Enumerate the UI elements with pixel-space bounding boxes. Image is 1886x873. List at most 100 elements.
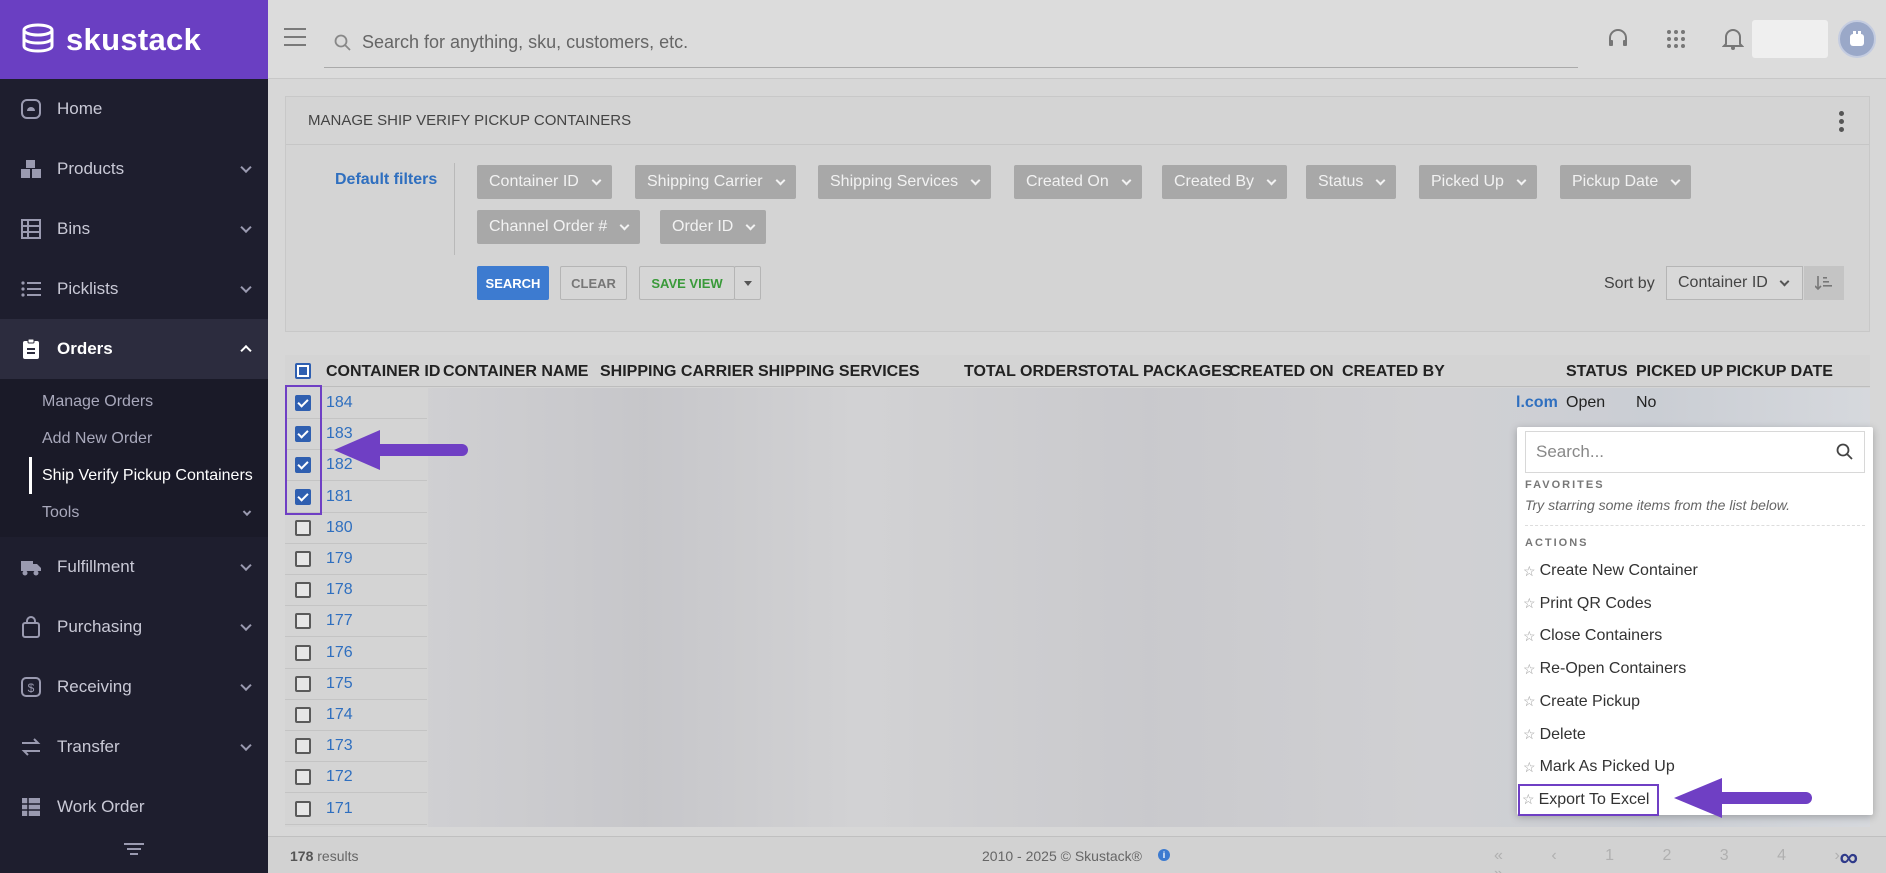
submenu-item-manage-orders[interactable]: Manage Orders [0, 383, 268, 420]
container-id-link[interactable]: 180 [326, 519, 353, 537]
star-icon[interactable]: ☆ [1523, 661, 1536, 678]
row-checkbox[interactable] [295, 613, 311, 630]
kebab-menu-icon[interactable] [1839, 111, 1845, 135]
table-row[interactable]: 171 [285, 794, 427, 825]
table-row[interactable]: 176 [285, 638, 427, 669]
container-id-link[interactable]: 177 [326, 612, 353, 630]
row-checkbox[interactable] [295, 519, 311, 536]
headset-icon[interactable] [1605, 26, 1631, 52]
table-row[interactable]: 180 [285, 513, 427, 544]
submenu-item-ship-verify-pickup-containers[interactable]: Ship Verify Pickup Containers [29, 457, 268, 494]
container-id-link[interactable]: 179 [326, 550, 353, 568]
dropdown-search-input[interactable] [1526, 442, 1826, 462]
filter-chip-created-by[interactable]: Created By [1162, 165, 1288, 199]
user-name-block[interactable] [1752, 20, 1828, 58]
sort-by-select[interactable]: Container ID [1666, 266, 1803, 300]
container-id-link[interactable]: 171 [326, 800, 353, 818]
container-id-link[interactable]: 184 [326, 394, 353, 412]
sidebar-item-bins[interactable]: Bins [0, 199, 268, 259]
header-container-id[interactable]: CONTAINER ID [326, 363, 440, 381]
table-row[interactable]: 177 [285, 606, 427, 638]
row-checkbox[interactable] [295, 644, 311, 661]
header-shipping-services[interactable]: SHIPPING SERVICES [758, 363, 920, 381]
action-item-close-containers[interactable]: ☆ Close Containers [1523, 623, 1662, 649]
row-184-created-by[interactable]: l.com [1516, 394, 1558, 412]
filter-chip-order-id[interactable]: Order ID [660, 210, 767, 244]
table-row[interactable]: 175 [285, 669, 427, 700]
star-icon[interactable]: ☆ [1523, 726, 1536, 743]
star-icon[interactable]: ☆ [1523, 595, 1536, 612]
sort-direction-button[interactable] [1804, 266, 1844, 300]
sidebar-item-orders[interactable]: Orders [0, 319, 268, 379]
select-all-checkbox[interactable] [295, 363, 311, 379]
avatar[interactable] [1838, 20, 1876, 58]
container-id-link[interactable]: 172 [326, 768, 353, 786]
search-button[interactable]: SEARCH [477, 266, 549, 300]
row-checkbox[interactable] [295, 675, 311, 692]
header-status[interactable]: STATUS [1566, 363, 1628, 381]
filter-chip-status[interactable]: Status [1306, 165, 1397, 199]
global-search-input[interactable] [362, 32, 1462, 53]
sidebar-item-products[interactable]: Products [0, 139, 268, 199]
filter-chip-shipping-services[interactable]: Shipping Services [818, 165, 992, 199]
global-search[interactable] [324, 18, 1578, 68]
action-item-print-qr-codes[interactable]: ☆ Print QR Codes [1523, 591, 1652, 617]
container-id-link[interactable]: 173 [326, 737, 353, 755]
row-checkbox[interactable] [295, 551, 311, 567]
brand-header[interactable]: skustack [0, 0, 268, 79]
container-id-link[interactable]: 175 [326, 675, 353, 693]
submenu-item-tools[interactable]: Tools [0, 494, 268, 531]
bell-icon[interactable] [1720, 26, 1746, 52]
row-checkbox[interactable] [295, 769, 311, 786]
clear-button[interactable]: CLEAR [560, 266, 627, 300]
row-checkbox[interactable] [295, 582, 311, 599]
header-shipping-carrier[interactable]: SHIPPING CARRIER [600, 363, 754, 381]
row-checkbox[interactable] [295, 800, 311, 817]
filter-chip-shipping-carrier[interactable]: Shipping Carrier [635, 165, 796, 199]
filter-chip-pickup-date[interactable]: Pickup Date [1560, 165, 1692, 199]
star-icon[interactable]: ☆ [1523, 759, 1536, 776]
action-item-mark-as-picked-up[interactable]: ☆ Mark As Picked Up [1523, 754, 1675, 780]
container-id-link[interactable]: 181 [326, 488, 353, 506]
header-container-name[interactable]: CONTAINER NAME [443, 363, 588, 381]
star-icon[interactable]: ☆ [1522, 791, 1535, 808]
header-total-packages[interactable]: TOTAL PACKAGES [1087, 363, 1233, 381]
dropdown-search[interactable] [1525, 431, 1865, 473]
pagination[interactable]: « ‹ 1 2 3 4 › » [1494, 847, 1886, 873]
sidebar-item-fulfillment[interactable]: Fulfillment [0, 537, 268, 597]
action-item-create-pickup[interactable]: ☆ Create Pickup [1523, 689, 1640, 715]
filter-chip-picked-up[interactable]: Picked Up [1419, 165, 1537, 199]
sidebar-item-picklists[interactable]: Picklists [0, 259, 268, 319]
menu-icon[interactable] [284, 28, 306, 46]
header-pickup-date[interactable]: PICKUP DATE [1726, 363, 1833, 381]
default-filters-link[interactable]: Default filters [335, 171, 437, 189]
submenu-item-add-new-order[interactable]: Add New Order [0, 420, 268, 457]
table-row[interactable]: 173 [285, 731, 427, 763]
container-id-link[interactable]: 178 [326, 581, 353, 599]
header-total-orders[interactable]: TOTAL ORDERS [964, 363, 1088, 381]
row-checkbox[interactable] [295, 738, 311, 755]
star-icon[interactable]: ☆ [1523, 628, 1536, 645]
star-icon[interactable]: ☆ [1523, 693, 1536, 710]
table-row[interactable]: 172 [285, 762, 427, 794]
action-item-export-to-excel[interactable]: ☆ Export To Excel [1518, 783, 1660, 816]
star-icon[interactable]: ☆ [1523, 563, 1536, 580]
filter-chip-container-id[interactable]: Container ID [477, 165, 612, 199]
save-view-dropdown-button[interactable] [734, 266, 761, 300]
sidebar-collapse-toggle[interactable] [0, 825, 268, 873]
filter-chip-created-on[interactable]: Created On [1014, 165, 1142, 199]
table-row[interactable]: 179 [285, 544, 427, 575]
save-view-button[interactable]: SAVE VIEW [639, 266, 735, 300]
container-id-link[interactable]: 174 [326, 706, 353, 724]
row-checkbox[interactable] [295, 707, 311, 723]
header-created-on[interactable]: CREATED ON [1229, 363, 1334, 381]
header-created-by[interactable]: CREATED BY [1342, 363, 1445, 381]
action-item-re-open-containers[interactable]: ☆ Re-Open Containers [1523, 656, 1686, 682]
action-item-delete[interactable]: ☆ Delete [1523, 722, 1586, 748]
sidebar-item-purchasing[interactable]: Purchasing [0, 597, 268, 657]
table-row[interactable]: 178 [285, 575, 427, 607]
action-item-create-new-container[interactable]: ☆ Create New Container [1523, 558, 1698, 584]
sidebar-item-transfer[interactable]: Transfer [0, 717, 268, 777]
sidebar-item-receiving[interactable]: $ Receiving [0, 657, 268, 717]
sidebar-item-home[interactable]: Home [0, 79, 268, 139]
